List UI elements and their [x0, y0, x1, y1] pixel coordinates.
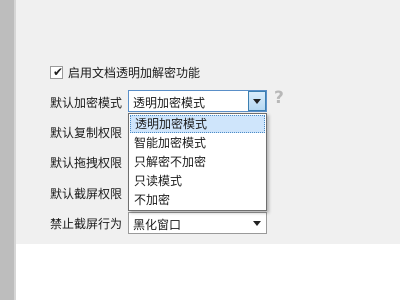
default-copy-permission-label: 默认复制权限 [50, 125, 123, 140]
default-encrypt-mode-label: 默认加密模式 [50, 95, 123, 110]
help-icon[interactable]: ? [274, 88, 284, 108]
bottom-area [16, 244, 400, 300]
dropdown-option[interactable]: 透明加密模式 [130, 115, 265, 133]
prohibit-screenshot-behavior-label: 禁止截屏行为 [50, 216, 123, 231]
default-screenshot-permission-label: 默认截屏权限 [50, 186, 123, 201]
enable-encryption-checkbox[interactable]: ✔ [50, 66, 63, 79]
left-edge [0, 0, 14, 300]
screenshot-behavior-value: 黑化窗口 [133, 218, 182, 232]
encrypt-mode-value: 透明加密模式 [133, 96, 206, 110]
dropdown-option[interactable]: 不加密 [130, 191, 265, 209]
dropdown-option[interactable]: 只读模式 [130, 172, 265, 190]
encrypt-mode-dropdown: 透明加密模式 智能加密模式 只解密不加密 只读模式 不加密 [128, 113, 267, 211]
chevron-down-icon[interactable] [248, 91, 266, 111]
chevron-down-icon[interactable] [248, 213, 266, 233]
encrypt-mode-select[interactable]: 透明加密模式 [128, 90, 267, 112]
screenshot-behavior-select[interactable]: 黑化窗口 [128, 212, 267, 234]
dropdown-option[interactable]: 智能加密模式 [130, 134, 265, 152]
dropdown-option[interactable]: 只解密不加密 [130, 153, 265, 171]
enable-encryption-label: 启用文档透明加解密功能 [68, 66, 201, 80]
default-drag-permission-label: 默认拖拽权限 [50, 155, 123, 170]
check-icon: ✔ [53, 65, 64, 79]
